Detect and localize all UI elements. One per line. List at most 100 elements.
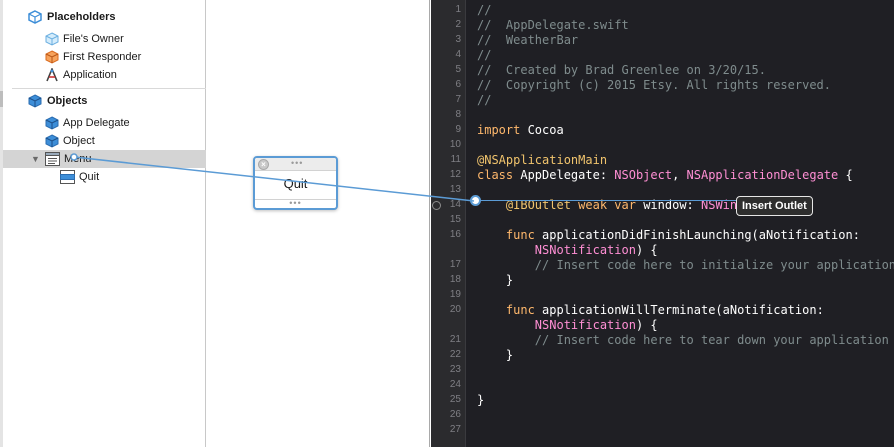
outline-item-label: Quit	[79, 170, 100, 183]
line-number: 9	[455, 124, 461, 135]
line-number: 21	[449, 334, 461, 345]
code-line: //	[477, 93, 491, 108]
line-number: 26	[449, 409, 461, 420]
outline-edge	[0, 0, 3, 447]
menu-icon	[45, 151, 60, 166]
code-token: // WeatherBar	[477, 33, 579, 47]
code-line: //	[477, 48, 491, 63]
code-token: AppDelegate:	[513, 168, 615, 182]
first-responder-cube-icon	[45, 49, 59, 64]
code-token: NSApplicationDelegate	[686, 168, 839, 182]
insertion-point-marker	[470, 195, 481, 206]
code-token: Cocoa	[520, 123, 564, 137]
code-line: // Insert code here to tear down your ap…	[477, 333, 889, 348]
outlet-connection-circle-icon[interactable]	[432, 201, 441, 210]
line-number: 25	[449, 394, 461, 405]
line-number: 20	[449, 304, 461, 315]
code-line: }	[477, 273, 513, 288]
code-line: // WeatherBar	[477, 33, 578, 48]
line-number: 16	[449, 229, 461, 240]
objects-header[interactable]: Objects	[28, 92, 87, 110]
outline-item-first-responder[interactable]: First Responder	[45, 48, 141, 65]
line-number: 12	[449, 169, 461, 180]
objects-title: Objects	[47, 95, 88, 107]
code-token: }	[477, 393, 485, 407]
outline-item-label: Menu	[64, 152, 92, 165]
files-owner-cube-icon	[45, 31, 59, 46]
code-token: ) {	[635, 318, 658, 332]
line-number: 27	[449, 424, 461, 435]
code-token: {	[838, 168, 853, 182]
objects-cube-icon	[28, 94, 42, 108]
placeholders-title: Placeholders	[47, 11, 116, 23]
outline-item-application[interactable]: Application	[45, 66, 117, 83]
insert-outlet-tooltip: Insert Outlet	[736, 196, 813, 216]
object-cube-icon	[45, 133, 59, 148]
outline-item-quit[interactable]: Quit	[60, 168, 99, 185]
drag-grip-icon: •••	[291, 158, 304, 168]
code-token: applicationWillTerminate(aNotification:	[534, 303, 824, 317]
code-token: }	[477, 273, 514, 287]
outline-item-label: First Responder	[63, 50, 142, 63]
code-token: func	[505, 303, 535, 317]
line-number-gutter: 1 2 3 4 5 6 7 8 9 10 11 12 13 14 15 16 17 18 19 20 21 22 23 24 2…	[431, 0, 466, 447]
code-token: func	[505, 228, 535, 242]
code-line: NSNotification) {	[477, 318, 658, 333]
code-line: }	[477, 348, 513, 363]
outline-item-menu[interactable]: Menu	[45, 150, 92, 167]
interface-canvas	[207, 0, 430, 447]
code-token: // Insert code here to initialize your a…	[534, 258, 894, 272]
line-number: 13	[449, 184, 461, 195]
code-line: NSNotification) {	[477, 243, 658, 258]
menu-editor-window[interactable]: × ••• Quit •••	[253, 156, 338, 210]
code-line: // Created by Brad Greenlee on 3/20/15.	[477, 63, 766, 78]
outline-item-app-delegate[interactable]: App Delegate	[45, 114, 130, 131]
application-a-icon	[45, 67, 59, 82]
line-number: 22	[449, 349, 461, 360]
code-token: ,	[672, 168, 687, 182]
line-number: 15	[449, 214, 461, 225]
line-number: 6	[455, 79, 461, 90]
resize-grip-icon[interactable]: •••	[255, 199, 336, 208]
outline-item-object[interactable]: Object	[45, 132, 95, 149]
code-token: // AppDelegate.swift	[477, 18, 629, 32]
disclosure-triangle-icon[interactable]: ▼	[31, 154, 40, 164]
line-number: 4	[455, 49, 461, 60]
line-number: 24	[449, 379, 461, 390]
code-token: import	[477, 123, 521, 137]
close-icon[interactable]: ×	[258, 159, 269, 170]
placeholders-header[interactable]: Placeholders	[28, 8, 115, 26]
line-number: 19	[449, 289, 461, 300]
section-divider	[12, 88, 206, 89]
code-line: class AppDelegate: NSObject, NSApplicati…	[477, 168, 853, 183]
code-token: }	[477, 348, 514, 362]
line-number: 17	[449, 259, 461, 270]
code-token: //	[477, 93, 492, 107]
code-line: //	[477, 3, 491, 18]
code-token: NSNotification	[534, 318, 636, 332]
menu-window-titlebar[interactable]: × •••	[255, 158, 336, 171]
outline-item-label: Object	[63, 134, 95, 147]
code-line: @NSApplicationMain	[477, 153, 607, 168]
app-delegate-cube-icon	[45, 115, 59, 130]
line-number: 3	[455, 34, 461, 45]
insertion-indicator-line	[470, 200, 738, 201]
code-token: // Insert code here to tear down your ap…	[534, 333, 889, 347]
code-token: NSObject	[614, 168, 673, 182]
line-number: 23	[449, 364, 461, 375]
code-line: func applicationWillTerminate(aNotificat…	[477, 303, 824, 318]
code-token: class	[477, 168, 514, 182]
code-token: // Copyright (c) 2015 Etsy. All rights r…	[477, 78, 832, 92]
line-number: 5	[455, 64, 461, 75]
document-outline: Placeholders File's Owner First Responde…	[0, 0, 206, 447]
menu-item-quit[interactable]: Quit	[255, 176, 336, 191]
outline-item-files-owner[interactable]: File's Owner	[45, 30, 124, 47]
code-editor[interactable]: 1 2 3 4 5 6 7 8 9 10 11 12 13 14 15 16 17 18 19 20 21 22 23 24 2…	[431, 0, 894, 447]
code-token: NSNotification	[534, 243, 636, 257]
